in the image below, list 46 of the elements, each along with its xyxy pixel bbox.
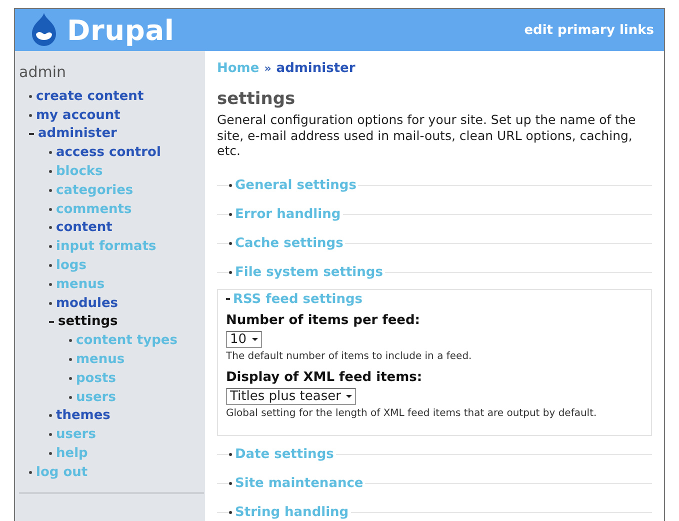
nav-link[interactable]: menus bbox=[56, 276, 105, 292]
nav-link[interactable]: users bbox=[56, 427, 96, 442]
site-name[interactable]: Drupal bbox=[67, 14, 174, 46]
nav-link[interactable]: my account bbox=[36, 108, 120, 123]
nav-link[interactable]: create content bbox=[36, 88, 144, 104]
fieldset-legend-link[interactable]: Cache settings bbox=[235, 236, 344, 250]
select-field[interactable]: 10 bbox=[226, 330, 262, 348]
nav-link[interactable]: access control bbox=[56, 145, 161, 160]
drop-logo-icon bbox=[29, 12, 59, 48]
fieldset-legend-link[interactable]: String handling bbox=[235, 504, 349, 520]
nav-link[interactable]: logs bbox=[56, 258, 86, 274]
field-label: Number of items per feed: bbox=[226, 312, 422, 328]
page-title: settings bbox=[217, 89, 296, 109]
nav-link[interactable]: themes bbox=[56, 408, 110, 424]
nav-link[interactable]: modules bbox=[56, 296, 118, 311]
nav-link[interactable]: help bbox=[56, 446, 88, 462]
field-label: Display of XML feed items: bbox=[226, 370, 424, 384]
nav-link[interactable]: input formats bbox=[56, 239, 156, 254]
nav-link[interactable]: categories bbox=[56, 182, 134, 198]
help-text: The default number of items to include in a feed. bbox=[226, 350, 473, 362]
fieldset-legend-link[interactable]: RSS feed settings bbox=[233, 292, 363, 306]
sidebar-title: admin bbox=[19, 63, 67, 81]
fieldset-legend-link[interactable]: Date settings bbox=[235, 446, 334, 462]
page-description: General configuration options for your site. Set up the name of the site, e-mail address used in mail-outs, clean URL options, caching, etc. bbox=[217, 112, 637, 158]
primary-link[interactable]: edit primary links bbox=[524, 22, 654, 38]
nav-link[interactable]: settings bbox=[58, 314, 118, 330]
fieldset-legend-link[interactable]: Site maintenance bbox=[235, 476, 364, 490]
fieldset-legend-link[interactable]: File system settings bbox=[235, 264, 383, 280]
fieldset-legend-link[interactable]: General settings bbox=[235, 178, 356, 192]
caret-icon bbox=[252, 336, 258, 342]
fieldset-legend-link[interactable]: Error handling bbox=[235, 206, 341, 222]
nav-link[interactable]: menus bbox=[76, 352, 125, 368]
nav-link[interactable]: posts bbox=[76, 370, 116, 386]
nav-link[interactable]: blocks bbox=[56, 164, 103, 180]
breadcrumb-link[interactable]: administer bbox=[276, 61, 356, 76]
nav-link[interactable]: log out bbox=[36, 464, 88, 480]
nav-link[interactable]: users bbox=[76, 390, 116, 405]
nav-link[interactable]: content types bbox=[76, 333, 178, 348]
nav-link[interactable]: comments bbox=[56, 202, 132, 217]
caret-icon bbox=[346, 393, 352, 399]
breadcrumb-link[interactable]: Home bbox=[217, 61, 260, 76]
nav-link[interactable]: content bbox=[56, 220, 112, 236]
nav-link[interactable]: administer bbox=[38, 126, 117, 142]
help-text: Global setting for the length of XML feed items that are output by default. bbox=[226, 408, 598, 418]
breadcrumb-separator: » bbox=[264, 62, 272, 75]
select-field[interactable]: Titles plus teaser bbox=[226, 388, 356, 404]
